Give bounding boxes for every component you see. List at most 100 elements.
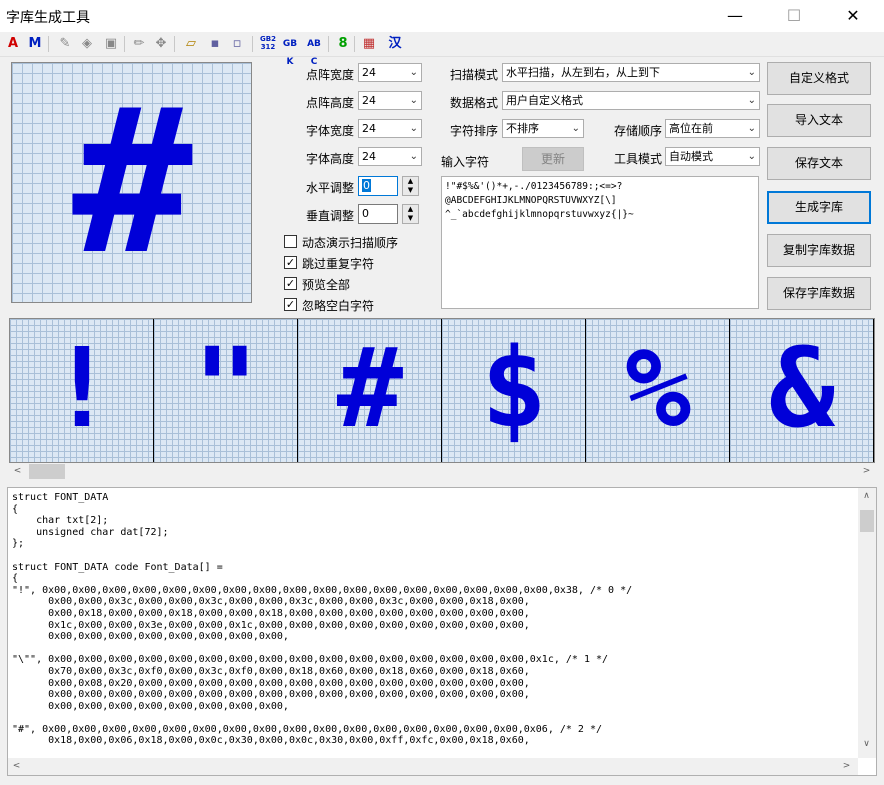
v-adjust-input[interactable]: 0 (358, 204, 398, 224)
eraser-icon[interactable]: ✎ (56, 35, 74, 53)
chevron-down-icon: ⌄ (409, 95, 418, 106)
scroll-left-icon[interactable]: < (9, 463, 26, 480)
tool-mode-label: 工具模式 (614, 152, 663, 166)
save-icon[interactable]: ▪ (206, 35, 224, 53)
open-folder-icon[interactable]: ▱ (182, 35, 200, 53)
toolbar-separator (48, 36, 49, 52)
stamp-icon[interactable]: ▣ (102, 35, 120, 53)
checkbox-label[interactable]: 预览全部 (302, 276, 350, 293)
code-vscrollbar[interactable]: ∧ ∨ (858, 488, 876, 758)
font-height-select[interactable]: 24 ⌄ (358, 147, 422, 166)
checkbox[interactable] (284, 235, 297, 248)
close-button[interactable]: ✕ (830, 0, 876, 32)
strip-glyph: & (768, 324, 836, 452)
preview-glyph: # (72, 66, 193, 299)
chevron-down-icon: ⌄ (409, 151, 418, 162)
dot-height-select[interactable]: 24 ⌄ (358, 91, 422, 110)
font-height-label: 字体高度 (306, 152, 355, 166)
chevron-down-icon: ⌄ (747, 95, 756, 106)
minimize-button[interactable]: — (712, 0, 758, 32)
chevron-down-icon: ⌄ (747, 151, 756, 162)
scroll-up-icon[interactable]: ∧ (858, 488, 875, 505)
v-adjust-label: 垂直调整 (306, 209, 355, 223)
digit-8-icon[interactable]: 8 (334, 35, 352, 53)
font-a-icon[interactable]: A (4, 35, 22, 53)
toolbar-separator (354, 36, 355, 52)
scroll-down-icon[interactable]: ∨ (858, 736, 875, 753)
strip-glyph-cell[interactable]: $ (442, 319, 586, 462)
strip-glyph: ! (48, 324, 116, 452)
checkbox[interactable]: ✓ (284, 256, 297, 269)
strip-glyph-cell[interactable]: # (298, 319, 442, 462)
h-adjust-input[interactable]: 0 (358, 176, 398, 196)
arrow-down-icon[interactable]: ▼ (408, 214, 413, 222)
font-width-select[interactable]: 24 ⌄ (358, 119, 422, 138)
scroll-thumb[interactable] (29, 464, 65, 479)
copy-data-button[interactable]: 复制字库数据 (767, 234, 871, 267)
arrow-up-icon[interactable]: ▲ (408, 177, 413, 185)
input-chars-label: 输入字符 (441, 155, 490, 169)
strip-glyph: $ (480, 324, 548, 452)
arrow-up-icon[interactable]: ▲ (408, 205, 413, 213)
arrow-down-icon[interactable]: ▼ (408, 186, 413, 194)
glyph-strip[interactable]: ! " # $% & (9, 318, 875, 463)
fill-icon[interactable]: ◈ (78, 35, 96, 53)
save-text-button[interactable]: 保存文本 (767, 147, 871, 180)
store-order-select[interactable]: 高位在前 ⌄ (665, 119, 760, 138)
scroll-right-icon[interactable]: > (858, 463, 875, 480)
checkbox-label[interactable]: 跳过重复字符 (302, 255, 374, 272)
update-button[interactable]: 更新 (522, 147, 584, 171)
strip-glyph-cell[interactable]: " (154, 319, 298, 462)
code-hscrollbar[interactable]: < > (8, 758, 858, 775)
chevron-down-icon: ⌄ (409, 67, 418, 78)
font-m-icon[interactable]: M (26, 35, 44, 53)
checkbox[interactable]: ✓ (284, 298, 297, 311)
checkbox[interactable]: ✓ (284, 277, 297, 290)
scroll-right-icon[interactable]: > (838, 758, 855, 775)
char-sort-label: 字符排序 (450, 124, 499, 138)
gbk-icon[interactable]: GBK (280, 35, 300, 67)
maximize-button[interactable]: ☐ (771, 0, 817, 32)
save-as-icon[interactable]: ▫ (228, 35, 246, 53)
toolbar-separator (174, 36, 175, 52)
gb2312-icon[interactable]: GB2312 (258, 35, 278, 53)
abc-icon[interactable]: ABC (304, 35, 324, 67)
char-sort-select[interactable]: 不排序 ⌄ (502, 119, 584, 138)
checkbox-label[interactable]: 忽略空白字符 (302, 297, 374, 314)
custom-format-button[interactable]: 自定义格式 (767, 62, 871, 95)
dot-height-label: 点阵高度 (306, 96, 355, 110)
chinese-icon[interactable]: 汉 (386, 35, 404, 53)
toolbar: A M ✎ ◈ ▣ ✏ ✥ ▱ ▪ ▫ GB2312 GBK ABC 8 ▦ 汉 (0, 32, 884, 67)
data-format-select[interactable]: 用户自定义格式 ⌄ (502, 91, 760, 110)
dot-width-select[interactable]: 24 ⌄ (358, 63, 422, 82)
h-adjust-label: 水平调整 (306, 181, 355, 195)
import-text-button[interactable]: 导入文本 (767, 104, 871, 137)
code-output[interactable]: struct FONT_DATA { char txt[2]; unsigned… (7, 487, 877, 776)
strip-glyph: " (192, 324, 260, 452)
glyph-preview: # (12, 63, 253, 304)
tool-mode-select[interactable]: 自动模式 ⌄ (665, 147, 760, 166)
scan-mode-select[interactable]: 水平扫描，从左到右，从上到下 ⌄ (502, 63, 760, 82)
move-icon[interactable]: ✥ (152, 35, 170, 53)
checkbox-label[interactable]: 动态演示扫描顺序 (302, 234, 398, 251)
store-order-label: 存储顺序 (614, 124, 663, 138)
strip-glyph-cell[interactable]: % (586, 319, 730, 462)
v-adjust-spinner[interactable]: ▲ ▼ (402, 204, 419, 224)
strip-scrollbar[interactable]: < > (9, 463, 875, 480)
save-data-button[interactable]: 保存字库数据 (767, 277, 871, 310)
generate-font-button[interactable]: 生成字库 (767, 191, 871, 224)
data-format-label: 数据格式 (450, 96, 499, 110)
pencil-icon[interactable]: ✏ (130, 35, 148, 53)
chevron-down-icon: ⌄ (747, 67, 756, 78)
strip-glyph: % (624, 324, 692, 452)
scroll-left-icon[interactable]: < (8, 758, 25, 775)
input-chars-textarea[interactable]: !"#$%&'()*+,-./0123456789:;<=>? @ABCDEFG… (441, 176, 759, 309)
window-title: 字库生成工具 (6, 10, 90, 26)
strip-glyph-cell[interactable]: ! (10, 319, 154, 462)
scroll-thumb[interactable] (860, 510, 874, 532)
scan-mode-label: 扫描模式 (450, 68, 499, 82)
h-adjust-spinner[interactable]: ▲ ▼ (402, 176, 419, 196)
palette-icon[interactable]: ▦ (360, 35, 378, 53)
glyph-editor-grid[interactable]: # (11, 62, 252, 303)
strip-glyph-cell[interactable]: & (730, 319, 874, 462)
